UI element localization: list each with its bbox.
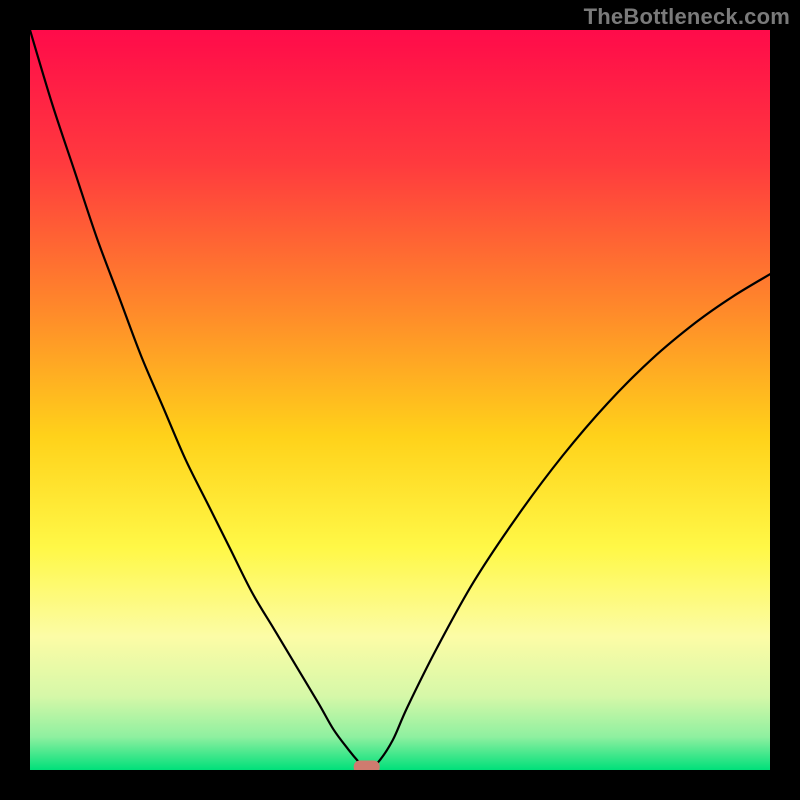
bottleneck-plot [30,30,770,770]
watermark-text: TheBottleneck.com [584,4,790,30]
optimal-point-marker [354,761,380,771]
plot-background [30,30,770,770]
chart-frame: TheBottleneck.com [0,0,800,800]
